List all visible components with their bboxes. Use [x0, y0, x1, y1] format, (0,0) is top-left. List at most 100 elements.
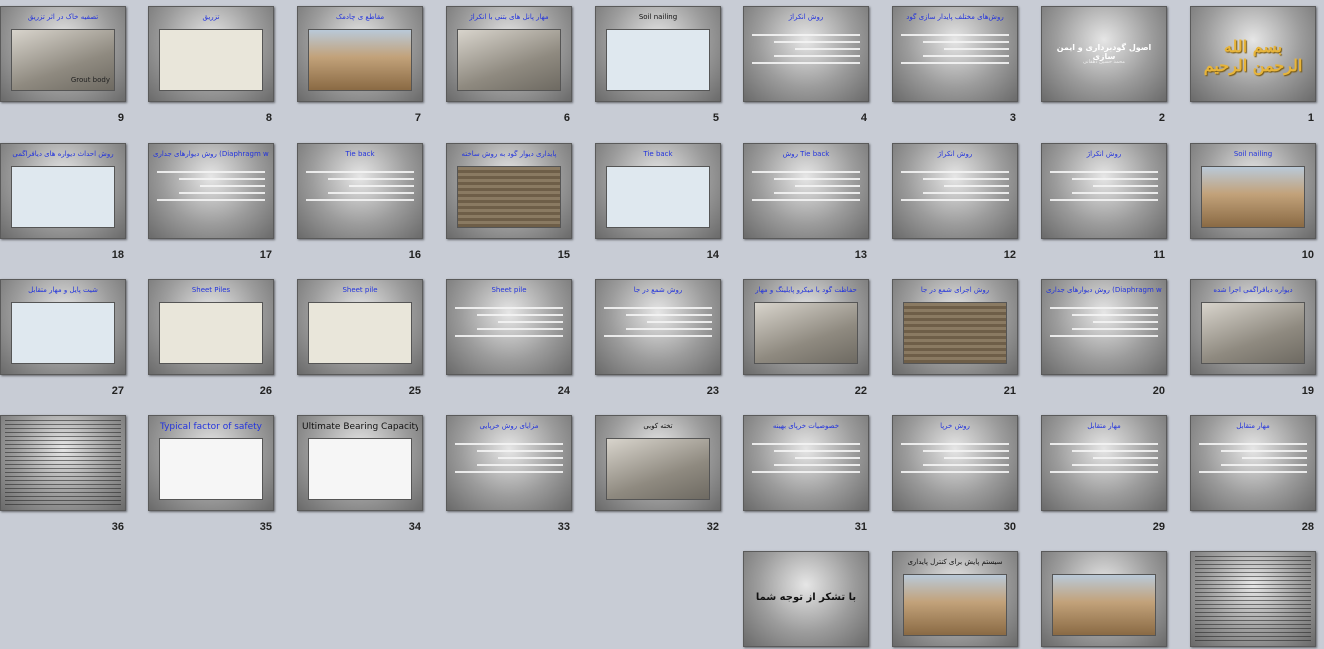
slide-thumbnail[interactable]: دیواره دیافراگمی اجرا شده 19 — [1188, 277, 1318, 397]
bullet-line — [1050, 443, 1158, 445]
bullet-line — [1071, 192, 1158, 194]
slide-thumbnail[interactable] — [1039, 549, 1169, 649]
slide-thumbnail[interactable]: بسم الله الرحمن الرحیم 1 — [1188, 4, 1318, 124]
bullet-list — [752, 438, 860, 478]
slide-thumbnail[interactable]: Soil nailing 10 — [1188, 141, 1318, 261]
bullet-line — [455, 443, 563, 445]
bullet-line — [922, 55, 1009, 57]
slide-thumbnail[interactable]: روش شمع در جا 23 — [593, 277, 723, 397]
bullet-list — [455, 302, 563, 342]
slide-preview: مهار پانل های بتنی با انکراژ — [446, 6, 572, 102]
slide-thumbnail[interactable]: 36 — [0, 413, 128, 533]
slide-thumbnail[interactable]: روش Tie back 13 — [741, 141, 871, 261]
bullet-line — [200, 185, 265, 187]
bullet-line — [476, 314, 563, 316]
slide-preview: روش احداث دیواره های دیافراگمی — [0, 143, 126, 239]
slide-thumbnail[interactable]: خصوصیات خرپای بهینه 31 — [741, 413, 871, 533]
slide-preview: Soil nailing — [595, 6, 721, 102]
slide-thumbnail[interactable]: مقاطع ی چادمک 7 — [295, 4, 425, 124]
slide-thumbnail[interactable]: Tie back 16 — [295, 141, 425, 261]
diagram-image — [11, 302, 115, 364]
slide-thumbnail[interactable]: پایداری دیوار گود به روش ساخته 15 — [444, 141, 574, 261]
bullet-line — [604, 335, 712, 337]
slide-thumbnail[interactable]: اصول گودبرداری و ایمن سازی محمد حسین دهقا… — [1039, 4, 1169, 124]
slide-thumbnail[interactable]: سیستم پایش برای کنترل پایداری — [890, 549, 1020, 649]
slide-thumbnail[interactable]: مهار متقابل 28 — [1188, 413, 1318, 533]
photo-image — [903, 302, 1007, 364]
bullet-line — [625, 328, 712, 330]
slide-number: 1 — [1307, 112, 1314, 124]
slide-preview: اصول گودبرداری و ایمن سازی محمد حسین دهقا… — [1041, 6, 1167, 102]
slide-preview: Ultimate Bearing Capacity. — [297, 415, 423, 511]
slide-thumbnail[interactable]: روش‌های مختلف پایدار سازی گود 3 — [890, 4, 1020, 124]
bullet-line — [476, 464, 563, 466]
calligraphy-logo: بسم الله الرحمن الرحیم — [1203, 37, 1303, 75]
slide-thumbnail[interactable]: مهار متقابل 29 — [1039, 413, 1169, 533]
bullet-line — [1093, 457, 1158, 459]
slide-preview: تزریق — [148, 6, 274, 102]
slide-title: دیواره دیافراگمی اجرا شده — [1213, 286, 1293, 294]
slide-number: 15 — [557, 249, 570, 261]
bullet-list — [157, 166, 265, 206]
document-image — [308, 438, 412, 500]
slide-thumbnail[interactable]: تزریق 8 — [146, 4, 276, 124]
slide-thumbnail[interactable]: روش انکراژ 4 — [741, 4, 871, 124]
slide-preview: روش اجرای شمع در جا — [892, 279, 1018, 375]
slide-thumbnail[interactable]: تصفیه خاک در اثر تزریق Grout body 9 — [0, 4, 128, 124]
bullet-line — [349, 185, 414, 187]
photo-image: Grout body — [11, 29, 115, 91]
bullet-line — [752, 34, 860, 36]
slide-thumbnail[interactable]: مزایای روش خرپایی 33 — [444, 413, 574, 533]
slide-number: 27 — [111, 385, 124, 397]
slide-thumbnail[interactable]: Soil nailing 5 — [593, 4, 723, 124]
slide-thumbnail[interactable]: Sheet pile 25 — [295, 277, 425, 397]
bullet-line — [455, 471, 563, 473]
slide-thumbnail[interactable]: روش انکراژ 12 — [890, 141, 1020, 261]
slide-title: روش Tie back — [782, 150, 830, 158]
slide-thumbnail[interactable]: با تشکر از توجه شما — [741, 549, 871, 649]
diagram-image — [606, 29, 710, 91]
slide-thumbnail[interactable]: Tie back 14 — [593, 141, 723, 261]
slide-thumbnail[interactable]: Sheet pile 24 — [444, 277, 574, 397]
bullet-line — [625, 314, 712, 316]
bullet-line — [1071, 328, 1158, 330]
slide-thumbnail[interactable]: Ultimate Bearing Capacity. 34 — [295, 413, 425, 533]
slide-title: پایداری دیوار گود به روش ساخته — [461, 150, 557, 158]
slide-number: 24 — [557, 385, 570, 397]
slide-title: شیت پایل و مهار متقابل — [28, 286, 98, 294]
slide-thumbnail[interactable]: روش اجرای شمع در جا 21 — [890, 277, 1020, 397]
slide-title: روش دیوارهای جداری (Diaphragm wall) — [153, 150, 269, 158]
bullet-line — [773, 450, 860, 452]
slide-thumbnail[interactable] — [1188, 549, 1318, 649]
slide-title: Tie back — [345, 150, 375, 158]
bullet-list — [1050, 302, 1158, 342]
slide-thumbnail[interactable]: شیت پایل و مهار متقابل 27 — [0, 277, 128, 397]
slide-thumbnail[interactable]: Typical factor of safety 35 — [146, 413, 276, 533]
bullet-line — [901, 443, 1009, 445]
slide-thumbnail[interactable]: حفاظت گود با میکرو پایلینگ و مهار 22 — [741, 277, 871, 397]
bullet-line — [773, 55, 860, 57]
bullet-line — [476, 328, 563, 330]
slide-thumbnail[interactable]: روش انکراژ 11 — [1039, 141, 1169, 261]
slide-thumbnail[interactable]: تخته کوبی 32 — [593, 413, 723, 533]
slide-thumbnail[interactable]: مهار پانل های بتنی با انکراژ 6 — [444, 4, 574, 124]
diagram-image — [159, 302, 263, 364]
slide-thumbnail[interactable]: روش دیوارهای جداری (Diaphragm wall) 20 — [1039, 277, 1169, 397]
bullet-line — [476, 450, 563, 452]
slide-number: 29 — [1152, 521, 1165, 533]
slide-thumbnail[interactable]: روش احداث دیواره های دیافراگمی 18 — [0, 141, 128, 261]
bullet-line — [773, 192, 860, 194]
slide-thumbnail[interactable]: روش دیوارهای جداری (Diaphragm wall) 17 — [146, 141, 276, 261]
photo-image — [1201, 166, 1305, 228]
slide-thumbnail[interactable]: روش خرپا 30 — [890, 413, 1020, 533]
bullet-list — [901, 166, 1009, 206]
slide-thumbnail[interactable]: Sheet Piles 26 — [146, 277, 276, 397]
bullet-line — [922, 464, 1009, 466]
slide-title: Soil nailing — [1233, 150, 1273, 158]
slide-number: 13 — [854, 249, 867, 261]
slide-preview: با تشکر از توجه شما — [743, 551, 869, 647]
bullet-line — [178, 178, 265, 180]
bullet-line — [901, 171, 1009, 173]
dense-text-block — [5, 420, 121, 506]
slide-title: Tie back — [643, 150, 673, 158]
